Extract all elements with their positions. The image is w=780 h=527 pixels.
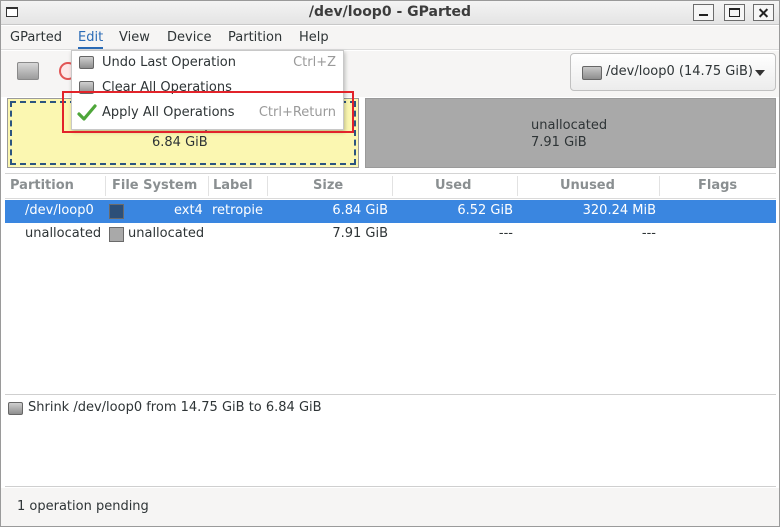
minimize-button[interactable] (693, 4, 714, 21)
menu-view[interactable]: View (117, 29, 152, 46)
cell-unused: 320.24 MiB (582, 203, 656, 218)
disk-map-unallocated[interactable]: unallocated 7.91 GiB (365, 98, 776, 168)
disk-map-unallocated-name: unallocated (531, 118, 608, 133)
column-label[interactable]: Label (213, 178, 253, 193)
disk-map-partition-size: 6.84 GiB (152, 135, 208, 150)
partition-table: Partition File System Label Size Used Un… (5, 173, 776, 391)
menu-partition[interactable]: Partition (226, 29, 284, 46)
title-bar: /dev/loop0 - GParted (1, 1, 779, 25)
cell-size: 6.84 GiB (332, 203, 388, 218)
cell-size: 7.91 GiB (332, 226, 388, 241)
filesystem-color-swatch (109, 204, 124, 219)
operation-label: Shrink /dev/loop0 from 14.75 GiB to 6.84… (28, 400, 322, 415)
cell-label: retropie (212, 203, 264, 218)
maximize-button[interactable] (724, 4, 745, 21)
menu-edit[interactable]: Edit (76, 29, 105, 49)
column-size[interactable]: Size (313, 178, 343, 193)
cell-filesystem: ext4 (174, 203, 203, 218)
list-item[interactable]: Shrink /dev/loop0 from 14.75 GiB to 6.84… (5, 395, 776, 419)
table-row[interactable]: /dev/loop0 ext4 retropie 6.84 GiB 6.52 G… (5, 200, 776, 223)
menu-bar: GParted Edit View Device Partition Help (1, 26, 779, 50)
column-file-system[interactable]: File System (112, 178, 197, 193)
column-flags[interactable]: Flags (698, 178, 737, 193)
window-title: /dev/loop0 - GParted (308, 4, 472, 20)
filesystem-color-swatch (109, 227, 124, 242)
gparted-window: /dev/loop0 - GParted GParted Edit View D… (0, 0, 780, 527)
status-text: 1 operation pending (17, 499, 149, 514)
cell-partition: /dev/loop0 (25, 203, 94, 218)
column-partition[interactable]: Partition (10, 178, 74, 193)
cell-filesystem: unallocated (128, 226, 205, 241)
new-partition-icon[interactable] (17, 62, 39, 80)
device-selector-value: /dev/loop0 (14.75 GiB) (606, 64, 753, 79)
status-bar: 1 operation pending (1, 488, 779, 526)
cell-partition: unallocated (25, 226, 102, 241)
chevron-down-icon (755, 70, 765, 76)
cell-used: --- (498, 226, 513, 241)
table-row[interactable]: unallocated unallocated 7.91 GiB --- --- (5, 223, 776, 246)
cell-used: 6.52 GiB (457, 203, 513, 218)
menu-help[interactable]: Help (297, 29, 331, 46)
table-header: Partition File System Label Size Used Un… (5, 174, 776, 199)
menu-item-undo-last-operation[interactable]: Undo Last Operation Ctrl+Z (72, 51, 343, 76)
pending-operations-pane: Shrink /dev/loop0 from 14.75 GiB to 6.84… (5, 394, 776, 487)
device-selector[interactable]: /dev/loop0 (14.75 GiB) (570, 53, 776, 91)
menu-item-label: Undo Last Operation (102, 55, 236, 70)
drive-icon (582, 66, 602, 80)
menu-gparted[interactable]: GParted (8, 29, 64, 46)
menu-device[interactable]: Device (165, 29, 213, 46)
cell-unused: --- (641, 226, 656, 241)
highlight-annotation (62, 91, 354, 133)
column-unused[interactable]: Unused (560, 178, 615, 193)
undo-icon (79, 56, 94, 69)
column-used[interactable]: Used (435, 178, 471, 193)
close-button[interactable] (753, 4, 774, 21)
disk-map-unallocated-size: 7.91 GiB (531, 135, 587, 150)
menu-item-shortcut: Ctrl+Z (293, 55, 336, 70)
shrink-operation-icon (8, 402, 23, 415)
